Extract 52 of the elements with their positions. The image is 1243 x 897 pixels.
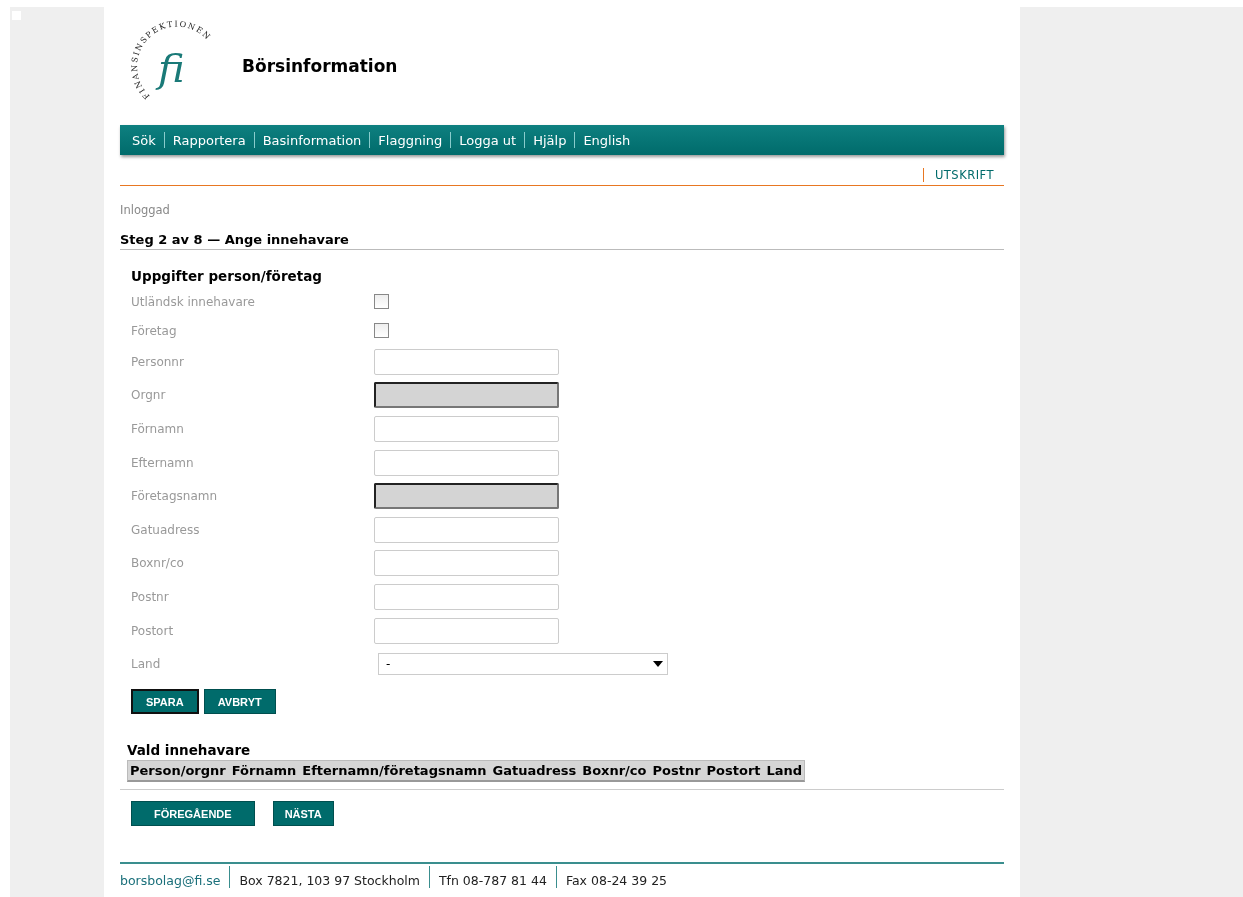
form-button[interactable]: AVBRYT: [203, 689, 276, 715]
field-label: Postnr: [131, 589, 170, 604]
input-field[interactable]: [374, 550, 559, 577]
column-header: Efternamn/företagsnamn: [302, 763, 487, 779]
column-header: Gatuadress: [492, 763, 577, 779]
column-header: Boxnr/co: [582, 763, 647, 779]
field-label: Företag: [131, 323, 178, 338]
input-field[interactable]: [374, 449, 559, 476]
country-select[interactable]: -: [378, 653, 668, 676]
form-button[interactable]: SPARA: [131, 689, 199, 715]
field-label: Gatuadress: [131, 522, 201, 537]
nav-link[interactable]: Flaggning: [370, 132, 451, 148]
section-title: Vald innehavare: [127, 742, 252, 759]
column-header: Land: [766, 763, 803, 779]
nav-link[interactable]: Logga ut: [451, 132, 525, 148]
nav-link[interactable]: Hjälp: [525, 132, 575, 148]
input-field[interactable]: [374, 348, 559, 375]
column-header: Person/orgnr: [130, 763, 226, 779]
input-field[interactable]: [374, 516, 559, 543]
email-link[interactable]: borsbolag@fi.se: [120, 866, 230, 889]
field-label: Företagsnamn: [131, 489, 219, 504]
input-field[interactable]: [374, 583, 559, 610]
field-label: Efternamn: [131, 455, 195, 470]
checkbox[interactable]: [374, 294, 389, 309]
print-link[interactable]: UTSKRIFT: [922, 168, 1004, 182]
input-field[interactable]: [374, 416, 559, 442]
step-button[interactable]: FÖREGÅENDE: [131, 801, 255, 827]
field-label: Boxnr/co: [131, 556, 185, 571]
form-title: Uppgifter person/företag: [131, 268, 323, 284]
checkbox[interactable]: [374, 323, 389, 338]
nav-link[interactable]: Sök: [124, 132, 164, 148]
footer-text: Box 7821, 103 97 Stockholm: [229, 866, 429, 889]
field-label: Utländsk innehavare: [131, 294, 256, 309]
field-label: Förnamn: [131, 422, 185, 436]
field-label: Land: [131, 657, 162, 672]
column-header: Postnr: [652, 763, 701, 779]
caret-icon: [653, 661, 663, 668]
input-field[interactable]: [374, 617, 559, 644]
site-title: Börsinformation: [242, 56, 398, 76]
step-button[interactable]: NÄSTA: [272, 801, 334, 827]
login-status: Inloggad: [120, 203, 171, 217]
nav-link[interactable]: English: [575, 132, 639, 148]
field-label: Personnr: [131, 354, 185, 369]
field-label: Orgnr: [131, 388, 167, 403]
column-header: Postort: [706, 763, 761, 779]
footer-text: Fax 08-24 39 25: [555, 866, 677, 889]
nav-link[interactable]: Rapportera: [164, 132, 254, 148]
column-header: Förnamn: [231, 763, 297, 779]
footer-text: Tfn 08-787 81 44: [428, 866, 556, 889]
field-label: Postort: [131, 623, 175, 638]
nav-link[interactable]: Basinformation: [254, 132, 370, 148]
step-title: Steg 2 av 8 — Ange innehavare: [120, 232, 1004, 250]
